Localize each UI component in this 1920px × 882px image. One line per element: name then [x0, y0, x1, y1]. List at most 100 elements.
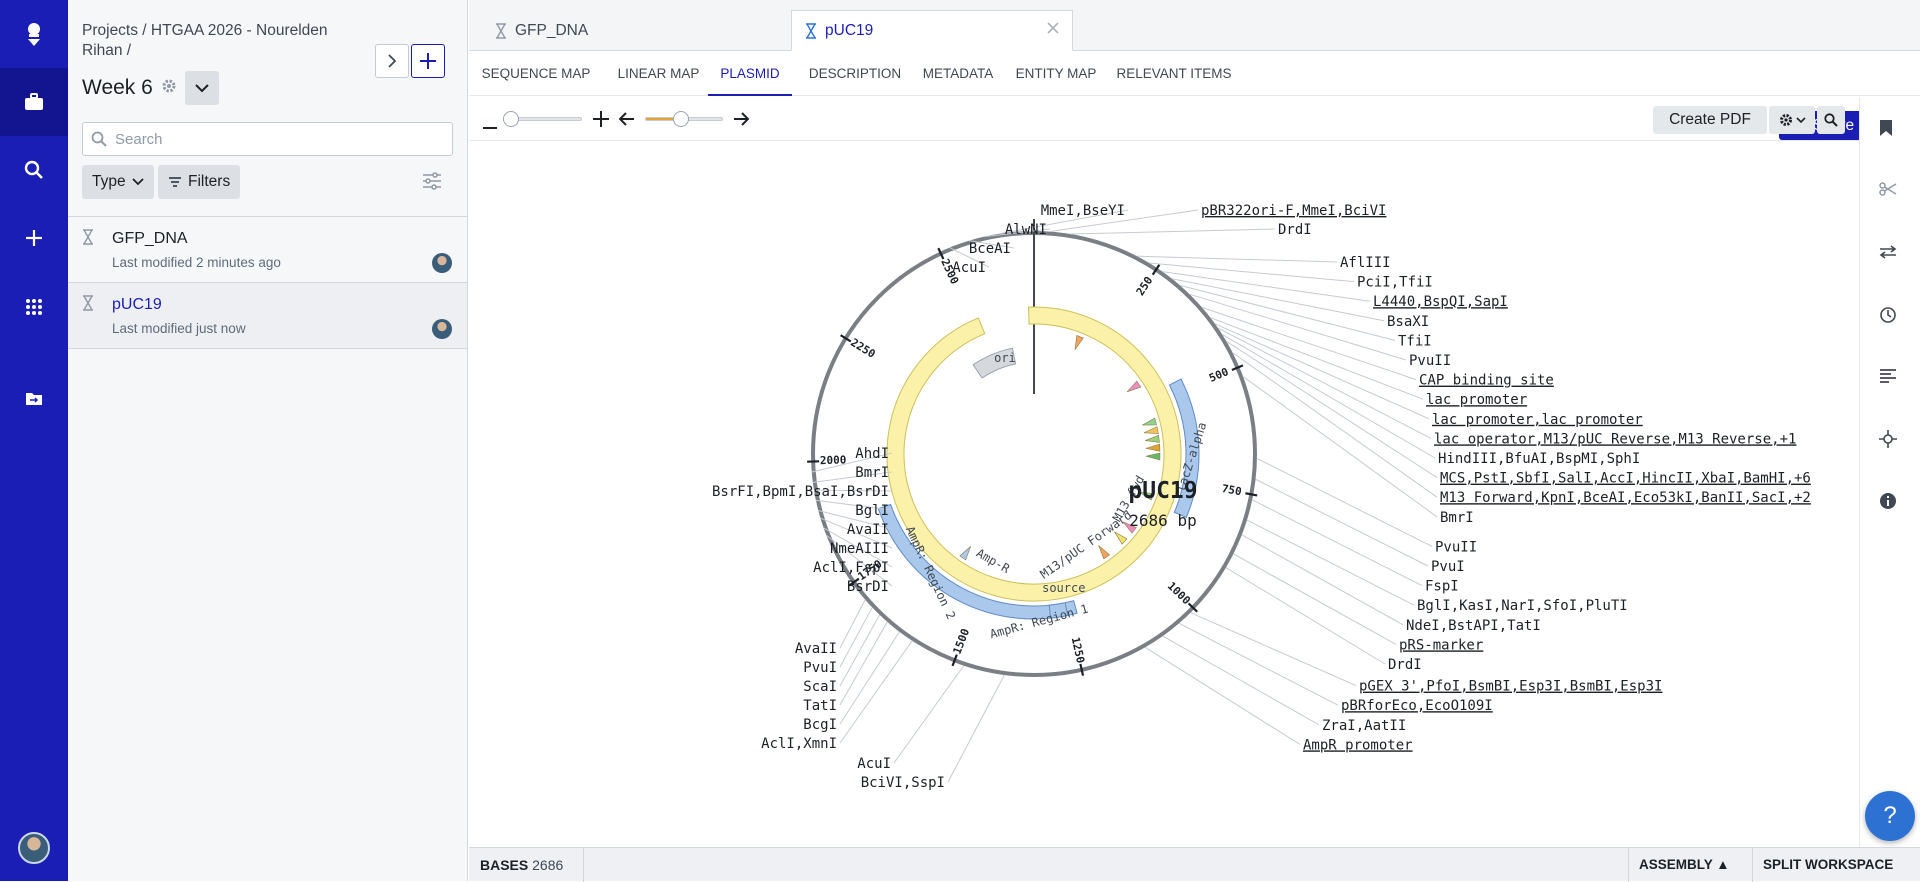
enzyme-label[interactable]: NdeI,BstAPI,TatI	[1406, 618, 1541, 634]
site-marker[interactable]	[1146, 453, 1160, 460]
tab-metadata[interactable]: METADATA	[918, 52, 998, 96]
enzyme-label[interactable]: pRS-marker	[1399, 637, 1483, 653]
zoom-slider[interactable]	[504, 117, 582, 121]
site-marker[interactable]	[1127, 381, 1141, 392]
scissors-icon[interactable]	[1879, 182, 1897, 201]
enzyme-label[interactable]: AlwNI	[1005, 222, 1047, 238]
enzyme-label[interactable]: HindIII,BfuAI,BspMI,SphI	[1438, 451, 1640, 467]
enzyme-label[interactable]: lac promoter	[1426, 392, 1527, 408]
site-marker[interactable]	[1099, 545, 1110, 558]
list-item[interactable]: pUC19 Last modified just now	[68, 283, 467, 349]
folder-swap-icon[interactable]	[0, 374, 68, 422]
enzyme-label[interactable]: pBR322ori-F,MmeI,BciVI	[1201, 203, 1386, 219]
enzyme-label[interactable]: BsaXI	[1387, 314, 1429, 330]
add-item-button[interactable]	[411, 44, 445, 78]
folder-menu-button[interactable]	[185, 71, 219, 105]
zoom-in-icon[interactable]	[593, 111, 609, 132]
enzyme-label[interactable]: BglI,KasI,NarI,SfoI,PluTI	[1417, 598, 1628, 614]
enzyme-label[interactable]: BglI	[855, 503, 889, 519]
site-marker[interactable]	[1115, 532, 1127, 544]
enzyme-label[interactable]: lac operator,M13/pUC Reverse,M13 Reverse…	[1434, 431, 1796, 447]
close-icon[interactable]	[1046, 21, 1060, 40]
help-button[interactable]: ?	[1865, 791, 1915, 841]
plus-icon[interactable]	[0, 214, 68, 262]
tab-relevant-items[interactable]: RELEVANT ITEMS	[1113, 52, 1235, 96]
enzyme-label[interactable]: ZraI,AatII	[1322, 718, 1406, 734]
create-pdf-button[interactable]: Create PDF	[1653, 106, 1767, 134]
feature-label[interactable]: ori	[994, 351, 1016, 365]
feature-label[interactable]: source	[1042, 581, 1085, 595]
plasmid-canvas[interactable]: 2505007501000125015001750200022502500 or…	[469, 141, 1859, 847]
enzyme-label[interactable]: L4440,BspQI,SapI	[1373, 294, 1508, 310]
enzyme-label[interactable]: AcuI	[952, 260, 986, 276]
breadcrumb[interactable]: Projects / HTGAA 2026 - Nourelden Rihan …	[82, 21, 372, 61]
enzyme-label[interactable]: lac promoter,lac promoter	[1432, 412, 1643, 428]
tab-sequence-map[interactable]: SEQUENCE MAP	[481, 52, 591, 96]
plasmid-map[interactable]: 2505007501000125015001750200022502500 or…	[469, 141, 1859, 847]
rotate-right-icon[interactable]	[733, 112, 749, 131]
enzyme-label[interactable]: PciI,TfiI	[1357, 275, 1433, 291]
enzyme-label[interactable]: BcgI	[803, 717, 837, 733]
gear-icon[interactable]	[161, 78, 177, 99]
enzyme-label[interactable]: BmrI	[1440, 510, 1474, 526]
enzyme-label[interactable]: PvuI	[1431, 559, 1465, 575]
enzyme-label[interactable]: BsrFI,BpmI,BsaI,BsrDI	[712, 484, 889, 500]
tab-puc19[interactable]: pUC19	[791, 10, 1073, 51]
user-avatar[interactable]	[18, 832, 50, 864]
view-settings-button[interactable]	[1769, 106, 1815, 134]
rotate-left-icon[interactable]	[619, 112, 635, 131]
crosshair-icon[interactable]	[1879, 430, 1897, 453]
align-left-icon[interactable]	[1879, 369, 1897, 388]
search-box[interactable]	[82, 122, 453, 156]
site-marker[interactable]	[1142, 418, 1156, 425]
rotation-slider-handle[interactable]	[673, 111, 689, 127]
enzyme-label[interactable]: DrdI	[1278, 222, 1312, 238]
tab-gfp-dna[interactable]: GFP_DNA	[495, 10, 588, 51]
enzyme-label[interactable]: BsrDI	[847, 579, 889, 595]
enzyme-label[interactable]: M13 Forward,KpnI,BceAI,Eco53kI,BanII,Sac…	[1440, 490, 1811, 506]
search-input[interactable]	[115, 131, 435, 148]
tab-entity-map[interactable]: ENTITY MAP	[1012, 52, 1100, 96]
site-marker[interactable]	[960, 546, 971, 560]
enzyme-label[interactable]: AclI,FspI	[813, 560, 889, 576]
enzyme-label[interactable]: DrdI	[1388, 657, 1422, 673]
enzyme-label[interactable]: MCS,PstI,SbfI,SalI,AccI,HincII,XbaI,BamH…	[1440, 471, 1811, 487]
apps-grid-icon[interactable]	[0, 283, 68, 331]
map-search-button[interactable]	[1817, 106, 1845, 134]
enzyme-label[interactable]: ScaI	[803, 679, 837, 695]
enzyme-label[interactable]: pGEX 3',PfoI,BsmBI,Esp3I,BsmBI,Esp3I	[1359, 679, 1662, 695]
rotation-slider[interactable]	[645, 117, 723, 121]
enzyme-label[interactable]: PvuI	[803, 660, 837, 676]
site-marker[interactable]	[1144, 427, 1158, 434]
list-item[interactable]: GFP_DNA Last modified 2 minutes ago	[68, 217, 467, 283]
enzyme-label[interactable]: BciVI,SspI	[861, 775, 945, 791]
enzyme-label[interactable]: AvaII	[795, 641, 837, 657]
split-workspace-button[interactable]: SPLIT WORKSPACE	[1763, 857, 1893, 872]
enzyme-label[interactable]: AclI,XmnI	[761, 736, 837, 752]
info-icon[interactable]	[1879, 492, 1897, 515]
enzyme-label[interactable]: MmeI,BseYI	[1041, 203, 1125, 219]
brand-icon[interactable]	[0, 10, 68, 58]
enzyme-label[interactable]: BceAI	[969, 241, 1011, 257]
site-marker[interactable]	[1145, 435, 1159, 442]
assembly-button[interactable]: ASSEMBLY ▲	[1639, 857, 1730, 872]
enzyme-label[interactable]: PvuII	[1435, 539, 1477, 555]
enzyme-label[interactable]: AcuI	[857, 756, 891, 772]
enzyme-label[interactable]: AhdI	[855, 446, 889, 462]
enzyme-label[interactable]: pBRforEco,EcoO109I	[1341, 698, 1493, 714]
site-marker[interactable]	[1146, 444, 1160, 451]
site-marker[interactable]	[1075, 335, 1083, 349]
enzyme-label[interactable]: CAP binding site	[1419, 373, 1554, 389]
filters-button[interactable]: Filters	[158, 165, 240, 199]
enzyme-label[interactable]: BmrI	[855, 465, 889, 481]
history-icon[interactable]	[1879, 306, 1897, 329]
enzyme-label[interactable]: AvaII	[847, 522, 889, 538]
enzyme-label[interactable]: AflIII	[1340, 255, 1391, 271]
enzyme-label[interactable]: AmpR promoter	[1303, 737, 1413, 753]
tab-plasmid[interactable]: PLASMID	[708, 52, 792, 96]
swap-icon[interactable]	[1879, 245, 1897, 264]
bookmark-icon[interactable]	[1879, 119, 1893, 142]
search-icon[interactable]	[0, 146, 68, 194]
zoom-out-icon[interactable]	[483, 117, 497, 135]
briefcase-icon[interactable]	[0, 68, 68, 136]
